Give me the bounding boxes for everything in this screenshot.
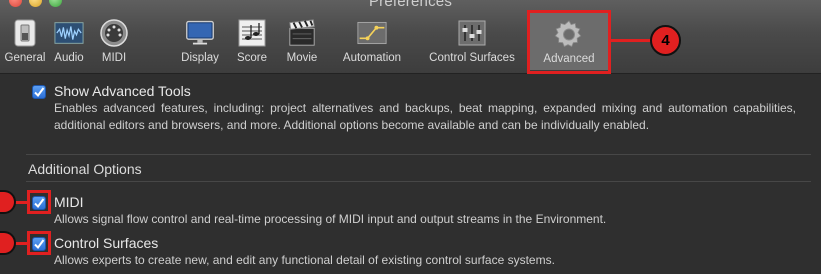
additional-options-heading: Additional Options	[28, 161, 142, 177]
tab-automation[interactable]: Automation	[330, 12, 414, 70]
toolbar: Preferences General Audio MIDI Display S…	[0, 0, 821, 74]
midi-option-label: MIDI	[54, 194, 84, 210]
control-surfaces-option-description: Allows experts to create new, and edit a…	[54, 253, 555, 267]
tab-control-surfaces[interactable]: Control Surfaces	[420, 12, 524, 70]
tab-midi-label: MIDI	[101, 52, 127, 64]
midi-option-description: Allows signal flow control and real-time…	[54, 212, 607, 226]
advanced-callout-badge: 4	[650, 25, 681, 56]
automation-curve-icon	[357, 18, 387, 48]
show-advanced-tools-row: Show Advanced Tools Enables advanced fea…	[32, 83, 801, 154]
control-surfaces-option-row: Control Surfaces Allows experts to creat…	[32, 235, 801, 270]
section-divider	[26, 181, 811, 182]
show-advanced-tools-description: Enables advanced features, including: pr…	[54, 101, 796, 132]
midi-option-row: MIDI Allows signal flow control and real…	[32, 194, 801, 229]
show-advanced-tools-checkbox[interactable]	[32, 85, 46, 99]
tab-audio[interactable]: Audio	[48, 12, 90, 70]
advanced-tab-highlight	[527, 10, 611, 74]
control-surfaces-option-label: Control Surfaces	[54, 235, 159, 251]
tab-display-label: Display	[181, 52, 219, 64]
checkmark-icon	[34, 87, 45, 98]
tab-midi[interactable]: MIDI	[92, 12, 136, 70]
tab-score[interactable]: Score	[230, 12, 274, 70]
tab-display[interactable]: Display	[174, 12, 226, 70]
waveform-icon	[54, 18, 84, 48]
tab-movie-label: Movie	[286, 52, 318, 64]
section-divider	[26, 154, 811, 155]
show-advanced-tools-label: Show Advanced Tools	[54, 83, 191, 99]
advanced-callout-line	[611, 39, 651, 42]
switch-icon	[10, 18, 40, 48]
tab-control-surfaces-label: Control Surfaces	[429, 52, 515, 64]
tab-general[interactable]: General	[2, 12, 48, 70]
window-title: Preferences	[368, 0, 453, 10]
tab-automation-label: Automation	[342, 52, 402, 64]
tab-movie[interactable]: Movie	[280, 12, 324, 70]
clapperboard-icon	[287, 18, 317, 48]
tab-score-label: Score	[236, 52, 268, 64]
tab-general-label: General	[4, 52, 46, 64]
faders-icon	[457, 18, 487, 48]
tab-audio-label: Audio	[54, 52, 84, 64]
midi-checkbox-highlight	[27, 190, 51, 214]
preferences-window: Preferences General Audio MIDI Display S…	[0, 0, 821, 274]
monitor-icon	[185, 18, 215, 48]
midi-connector-icon	[99, 18, 129, 48]
advanced-pane: Show Advanced Tools Enables advanced fea…	[0, 74, 821, 274]
control-surfaces-checkbox-highlight	[27, 231, 51, 255]
sheet-music-icon	[237, 18, 267, 48]
